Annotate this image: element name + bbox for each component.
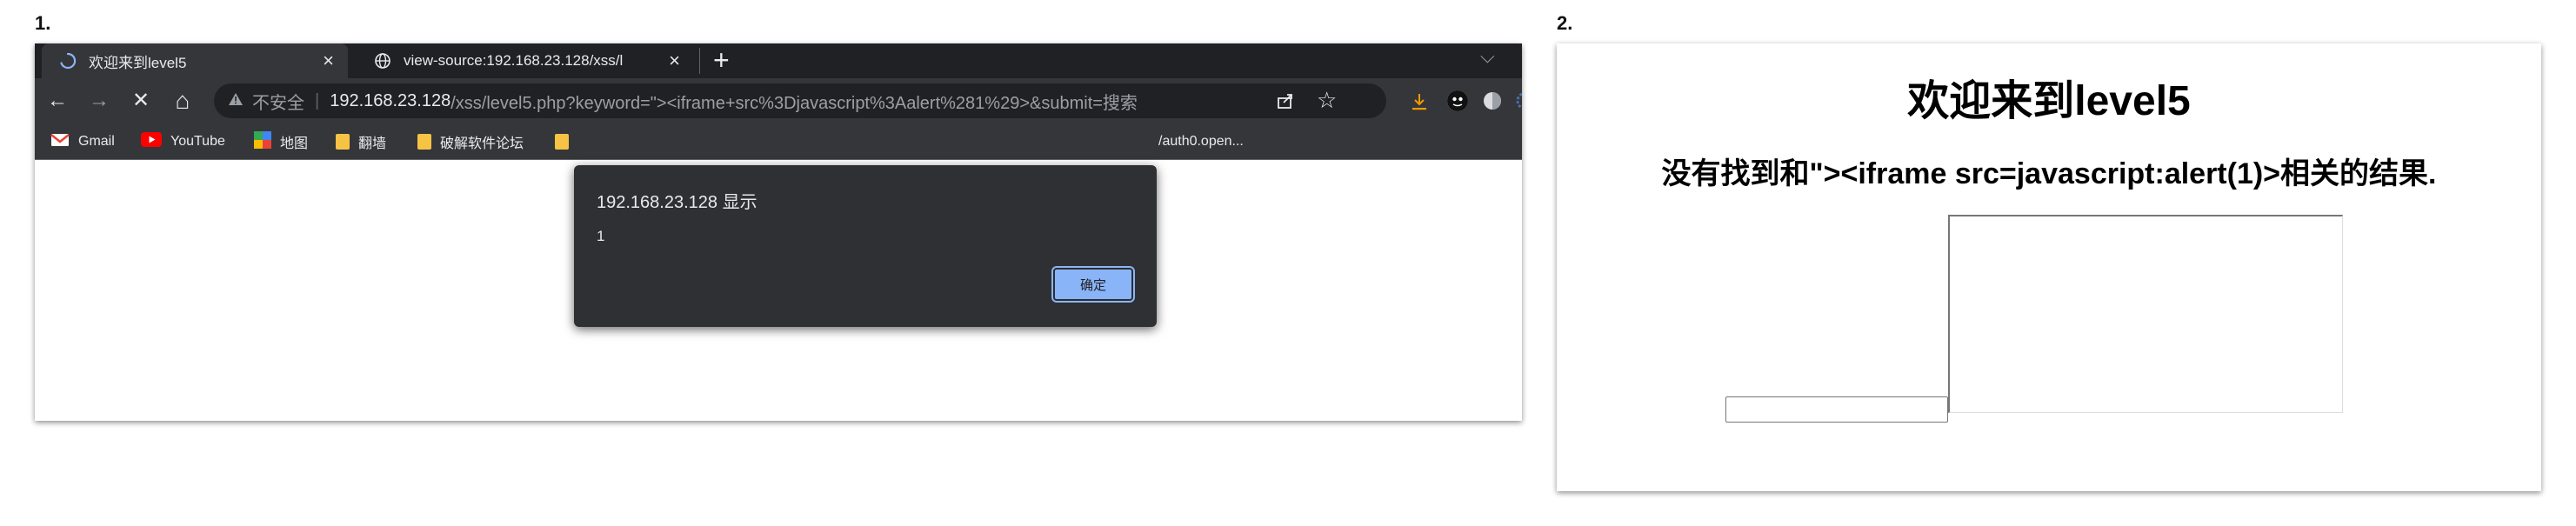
bookmark-label: 地图 (280, 136, 309, 151)
extension-mask-icon[interactable] (1447, 90, 1468, 111)
rendered-page: 欢迎来到level5 没有找到和"><iframe src=javascript… (1557, 43, 2541, 491)
warning-triangle-icon[interactable] (228, 91, 244, 111)
extension-orb-icon[interactable] (1482, 90, 1503, 116)
bookmark-folder-2[interactable]: 破解软件论坛 (417, 132, 524, 151)
bookmark-youtube[interactable]: YouTube (141, 132, 225, 151)
address-separator: | (315, 90, 320, 110)
share-icon[interactable] (1275, 90, 1296, 111)
bookmark-maps[interactable]: 地图 (254, 130, 309, 153)
tab-title: 欢迎来到level5 (89, 54, 187, 71)
search-result-text: 没有找到和"><iframe src=javascript:alert(1)>相… (1661, 157, 2437, 190)
gmail-icon (50, 133, 70, 151)
download-icon[interactable] (1411, 92, 1428, 116)
back-button[interactable]: ← (45, 89, 70, 113)
globe-icon (374, 52, 391, 70)
address-bar[interactable]: 不安全 | 192.168.23.128 /xss/level5.php?key… (214, 83, 1386, 118)
ok-button[interactable]: 确定 (1051, 266, 1135, 303)
tab-close-icon[interactable]: × (669, 50, 680, 71)
bookmark-folder-1[interactable]: 翻墙 (336, 132, 386, 151)
dialog-message: 1 (597, 228, 605, 244)
bookmark-label: Gmail (78, 134, 115, 149)
folder-icon (555, 134, 569, 150)
browser-window: 欢迎来到level5 × view-source:192.168.23.128/… (35, 43, 1522, 421)
youtube-icon (141, 132, 162, 151)
folder-icon (417, 134, 431, 150)
tab-title: view-source:192.168.23.128/xss/l (404, 52, 624, 69)
home-button[interactable]: ⌂ (170, 89, 195, 113)
bookmark-folder-3[interactable] (555, 132, 577, 151)
tab-strip: 欢迎来到level5 × view-source:192.168.23.128/… (35, 43, 1522, 78)
bookmark-star-icon[interactable]: ☆ (1317, 87, 1337, 113)
bookmark-gmail[interactable]: Gmail (50, 132, 115, 151)
tab-view-source[interactable]: view-source:192.168.23.128/xss/l × (357, 43, 692, 78)
extension-gear-icon[interactable] (1515, 90, 1522, 116)
page-title: 欢迎来到level5 (1907, 78, 2191, 124)
folder-icon (336, 134, 350, 150)
tab-divider (699, 48, 700, 74)
alert-dialog: 192.168.23.128 显示 1 确定 (574, 165, 1157, 327)
tab-level5[interactable]: 欢迎来到level5 × (42, 43, 348, 78)
tab-search-dropdown-icon[interactable]: ⌵ (1480, 45, 1495, 68)
bookmark-label: 破解软件论坛 (440, 136, 524, 151)
panel-2-label: 2. (1557, 12, 1573, 34)
dialog-title: 192.168.23.128 显示 (597, 193, 757, 212)
loading-spinner-icon (59, 52, 77, 70)
search-input[interactable] (1725, 396, 1948, 423)
bookmark-auth0[interactable]: /auth0.open... (1158, 132, 1244, 151)
panel-1-label: 1. (35, 12, 51, 34)
maps-icon (254, 130, 271, 153)
url-host[interactable]: 192.168.23.128 (330, 91, 450, 111)
url-path[interactable]: /xss/level5.php?keyword="><iframe+src%3D… (450, 89, 1138, 114)
bookmark-label: YouTube (170, 134, 225, 149)
bookmark-label: /auth0.open... (1158, 134, 1244, 149)
stop-loading-button[interactable]: ✕ (129, 89, 153, 113)
tab-close-icon[interactable]: × (323, 50, 334, 71)
forward-button[interactable]: → (87, 89, 111, 113)
security-warning-label[interactable]: 不安全 (252, 89, 304, 114)
bookmarks-bar: Gmail YouTube 地图 翻墙 破解软件论坛 /auth0.open..… (35, 123, 1522, 160)
bookmark-label: 翻墙 (358, 136, 387, 151)
toolbar: ← → ✕ ⌂ 不安全 | 192.168.23.128 /xss/level5… (35, 78, 1522, 123)
injected-iframe[interactable] (1948, 215, 2343, 413)
new-tab-button[interactable]: + (713, 45, 730, 75)
